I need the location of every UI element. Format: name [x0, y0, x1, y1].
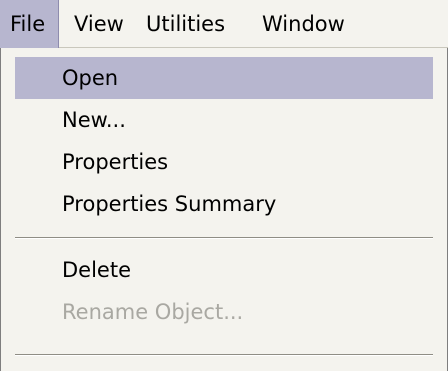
- menu-separator: [15, 237, 433, 239]
- menu-item-new[interactable]: New...: [15, 99, 433, 141]
- file-dropdown-menu: Open New... Properties Properties Summar…: [0, 48, 448, 371]
- menu-view[interactable]: View: [74, 0, 124, 48]
- menu-item-label: New...: [62, 108, 126, 132]
- menu-bar: File View Utilities Window: [0, 0, 448, 49]
- menu-item-label: Properties: [62, 150, 169, 174]
- menu-window[interactable]: Window: [262, 0, 345, 48]
- menu-item-delete[interactable]: Delete: [15, 249, 433, 291]
- menu-item-open[interactable]: Open: [15, 57, 433, 99]
- menu-item-rename-object: Rename Object...: [15, 291, 433, 333]
- menu-item-label: Rename Object...: [62, 300, 244, 324]
- menu-item-label: Delete: [62, 258, 131, 282]
- menu-utilities[interactable]: Utilities: [146, 0, 225, 48]
- menu-item-properties[interactable]: Properties: [15, 141, 433, 183]
- menu-file[interactable]: File: [0, 0, 59, 49]
- menu-more-clipped[interactable]: [418, 0, 448, 48]
- menu-item-label: Open: [62, 66, 119, 90]
- menu-item-properties-summary[interactable]: Properties Summary: [15, 183, 433, 225]
- menu-item-label: Properties Summary: [62, 192, 277, 216]
- menu-separator: [15, 354, 433, 356]
